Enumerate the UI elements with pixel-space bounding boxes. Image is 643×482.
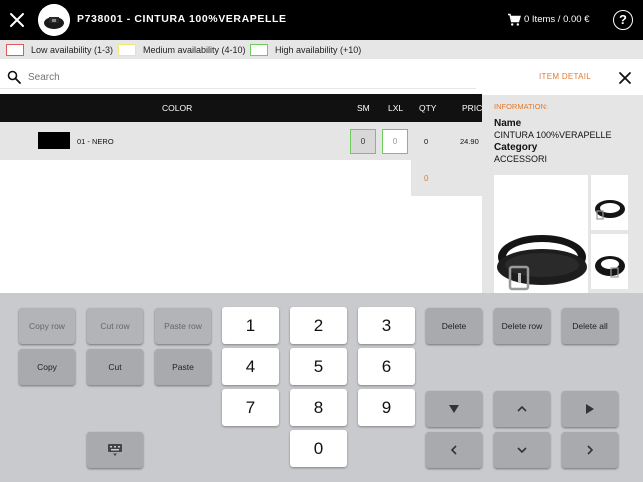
triangle-right-icon: [586, 404, 594, 414]
digit-5-button[interactable]: 5: [290, 348, 347, 385]
legend-high: High availability (+10): [250, 43, 361, 56]
move-down-button[interactable]: [426, 391, 482, 427]
product-image-main[interactable]: [494, 175, 588, 293]
nav-up-button[interactable]: [494, 391, 550, 427]
digit-1-button[interactable]: 1: [222, 307, 279, 344]
digit-4-button[interactable]: 4: [222, 348, 279, 385]
delete-button[interactable]: Delete: [426, 308, 482, 344]
keyboard-icon: [108, 444, 122, 456]
triangle-down-icon: [449, 405, 459, 413]
product-image-thumb[interactable]: [591, 175, 628, 230]
header-size-sm: SM: [357, 103, 370, 113]
header-color: COLOR: [162, 103, 193, 113]
item-detail-title: ITEM DETAIL: [539, 72, 592, 81]
legend-low: Low availability (1-3): [6, 43, 113, 56]
cut-button[interactable]: Cut: [87, 349, 143, 385]
chevron-up-icon: [517, 405, 527, 412]
header-qty: QTY: [419, 103, 437, 113]
header-size-lxl: LXL: [388, 103, 404, 113]
top-bar: P738001 - CINTURA 100%VERAPELLE 0 Items …: [0, 0, 643, 40]
total-qty-cell: 0: [411, 160, 482, 196]
name-label: Name: [494, 118, 522, 129]
delete-all-button[interactable]: Delete all: [562, 308, 618, 344]
cart-icon[interactable]: [507, 13, 521, 27]
total-qty: 0: [424, 174, 429, 183]
grid-header: COLOR SM LXL QTY PRICE: [0, 94, 488, 122]
product-image-thumb[interactable]: [591, 234, 628, 289]
legend-swatch-medium: [118, 43, 136, 56]
legend-label-low: Low availability (1-3): [31, 44, 114, 55]
digit-8-button[interactable]: 8: [290, 389, 347, 426]
qty-cell-sm[interactable]: 0: [350, 129, 376, 154]
digit-0-button[interactable]: 0: [290, 430, 347, 467]
delete-row-button[interactable]: Delete row: [494, 308, 550, 344]
color-swatch: [38, 132, 70, 149]
category-label: Category: [494, 142, 538, 153]
category-value: ACCESSORI: [494, 154, 548, 164]
row-price: 24.90: [460, 137, 479, 146]
product-avatar: [38, 4, 70, 36]
legend-swatch-low: [6, 43, 24, 56]
search-bar: [0, 63, 476, 89]
close-icon[interactable]: [6, 9, 28, 31]
move-right-button[interactable]: [562, 391, 618, 427]
close-icon[interactable]: [618, 71, 632, 85]
nav-left-button[interactable]: [426, 432, 482, 468]
chevron-down-icon: [517, 447, 527, 454]
digit-9-button[interactable]: 9: [358, 389, 415, 426]
legend-medium: Medium availability (4-10): [118, 43, 246, 56]
qty-cell-lxl[interactable]: 0: [382, 129, 408, 154]
page-title: P738001 - CINTURA 100%VERAPELLE: [77, 13, 287, 25]
legend-swatch-high: [250, 43, 268, 56]
item-detail-panel: ITEM DETAIL INFORMATION: Name CINTURA 10…: [482, 59, 643, 293]
digit-6-button[interactable]: 6: [358, 348, 415, 385]
legend-label-medium: Medium availability (4-10): [143, 44, 246, 55]
chevron-right-icon: [587, 445, 594, 455]
row-qty: 0: [424, 137, 429, 146]
name-value: CINTURA 100%VERAPELLE: [494, 130, 612, 140]
information-label: INFORMATION:: [494, 102, 549, 111]
search-icon: [7, 70, 21, 84]
digit-7-button[interactable]: 7: [222, 389, 279, 426]
cut-row-button[interactable]: Cut row: [87, 308, 143, 344]
search-input[interactable]: [28, 69, 468, 85]
keypad-area: Copy row Cut row Paste row Copy Cut Past…: [0, 293, 643, 482]
help-icon[interactable]: ?: [613, 10, 633, 30]
item-detail-header: ITEM DETAIL: [482, 59, 643, 95]
paste-button[interactable]: Paste: [155, 349, 211, 385]
digit-3-button[interactable]: 3: [358, 307, 415, 344]
copy-button[interactable]: Copy: [19, 349, 75, 385]
copy-row-button[interactable]: Copy row: [19, 308, 75, 344]
color-name: 01 - NERO: [77, 137, 114, 146]
legend-label-high: High availability (+10): [275, 44, 362, 55]
chevron-left-icon: [450, 445, 457, 455]
nav-right-button[interactable]: [562, 432, 618, 468]
cart-summary[interactable]: 0 Items / 0.00 €: [524, 14, 589, 25]
nav-down-button[interactable]: [494, 432, 550, 468]
table-row[interactable]: 01 - NERO 0 0 0 24.90: [0, 122, 482, 160]
paste-row-button[interactable]: Paste row: [155, 308, 211, 344]
availability-legend: Low availability (1-3) Medium availabili…: [0, 40, 643, 59]
app-root: P738001 - CINTURA 100%VERAPELLE 0 Items …: [0, 0, 643, 482]
keyboard-button[interactable]: [87, 432, 143, 468]
digit-2-button[interactable]: 2: [290, 307, 347, 344]
